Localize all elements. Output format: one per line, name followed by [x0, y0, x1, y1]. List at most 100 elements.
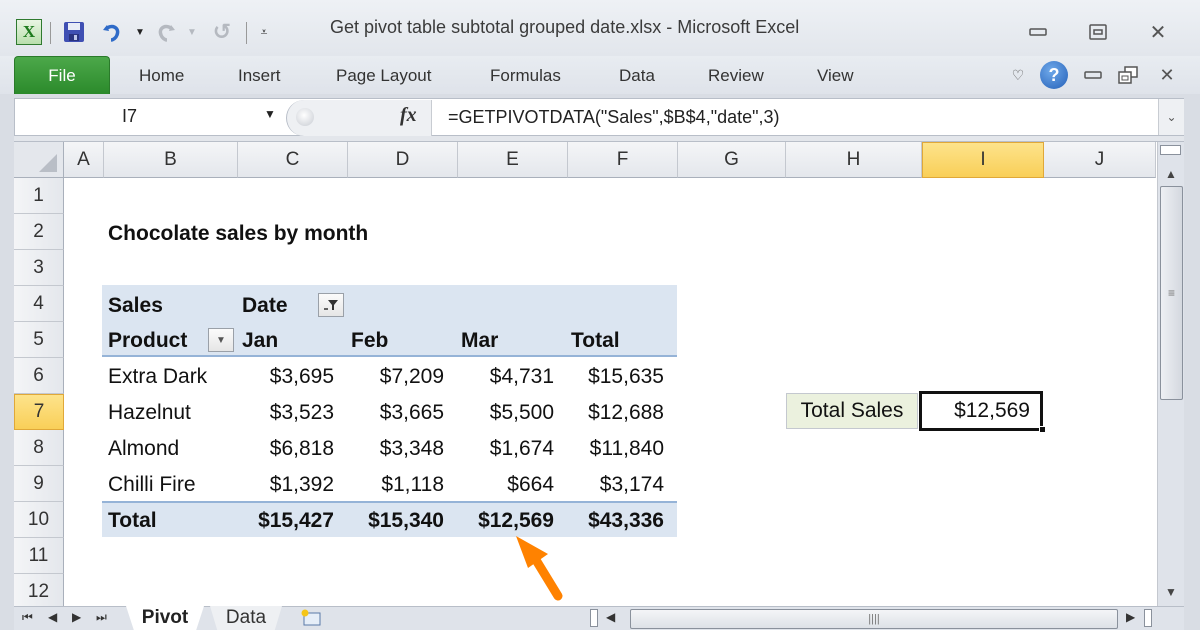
column-header-e[interactable]: E — [458, 142, 568, 178]
select-all-button[interactable] — [14, 142, 64, 178]
row-header-9[interactable]: 9 — [14, 466, 64, 502]
close-icon[interactable]: ✕ — [1144, 22, 1172, 44]
row-header-12[interactable]: 12 — [14, 574, 64, 606]
window-minimize-icon[interactable] — [1082, 64, 1104, 86]
minimize-ribbon-icon[interactable]: ♡ — [1008, 64, 1028, 86]
date-filter-button[interactable] — [318, 293, 344, 317]
insert-worksheet-icon[interactable] — [290, 606, 332, 630]
name-box-value: I7 — [122, 106, 138, 126]
help-icon[interactable]: ? — [1040, 61, 1068, 89]
column-header-g[interactable]: G — [678, 142, 786, 178]
scroll-up-icon[interactable]: ▲ — [1160, 164, 1182, 184]
save-icon[interactable] — [62, 20, 86, 44]
arrow-shaft — [531, 555, 563, 601]
row-header-11[interactable]: 11 — [14, 538, 64, 574]
row-header-3[interactable]: 3 — [14, 250, 64, 286]
row-header-2[interactable]: 2 — [14, 214, 64, 250]
active-cell-i7[interactable]: $12,569 — [919, 391, 1043, 431]
scroll-down-icon[interactable]: ▼ — [1160, 582, 1182, 602]
value-feb: $7,209 — [379, 365, 444, 388]
row-header-6[interactable]: 6 — [14, 358, 64, 394]
horizontal-split-handle-right[interactable] — [1144, 609, 1152, 627]
worksheet-grid[interactable]: A B C D E F G H I J 1 2 3 4 5 6 7 8 9 10… — [14, 142, 1157, 606]
repeat-icon: ↺ — [212, 19, 232, 44]
product-name: Chilli Fire — [108, 473, 196, 496]
row-header-4[interactable]: 4 — [14, 286, 64, 322]
tab-file[interactable]: File — [14, 56, 110, 94]
pivot-header-mar: Mar — [461, 329, 499, 352]
horizontal-scroll-thumb[interactable]: |||| — [630, 609, 1118, 629]
column-header-b[interactable]: B — [104, 142, 238, 178]
value-mar: $1,674 — [489, 437, 554, 460]
expand-formula-bar-icon[interactable]: ⌄ — [1158, 99, 1184, 135]
value-feb: $3,348 — [379, 437, 444, 460]
column-header-d[interactable]: D — [348, 142, 458, 178]
tab-formulas[interactable]: Formulas — [490, 66, 561, 86]
column-header-i[interactable]: I — [922, 142, 1044, 178]
fill-handle[interactable] — [1039, 426, 1046, 433]
row-header-7[interactable]: 7 — [14, 394, 64, 430]
row-header-1[interactable]: 1 — [14, 178, 64, 214]
undo-dropdown-icon[interactable]: ▼ — [128, 20, 152, 44]
product-name: Hazelnut — [108, 401, 191, 424]
row-header-5[interactable]: 5 — [14, 322, 64, 358]
window-border — [0, 94, 14, 630]
window-restore-icon[interactable] — [1117, 64, 1139, 86]
tab-home[interactable]: Home — [139, 66, 184, 86]
value-feb: $1,118 — [381, 473, 444, 496]
tab-review[interactable]: Review — [708, 66, 764, 86]
formula-input[interactable]: =GETPIVOTDATA("Sales",$B$4,"date",3) — [448, 107, 780, 128]
column-header-a[interactable]: A — [64, 142, 104, 178]
value-total: $3,174 — [599, 473, 664, 496]
product-filter-button[interactable]: ▼ — [208, 328, 234, 352]
value-jan: $3,523 — [269, 401, 334, 424]
horizontal-split-handle[interactable] — [590, 609, 598, 627]
scroll-right-icon[interactable]: ▶ — [1126, 610, 1135, 624]
value-feb: $3,665 — [379, 401, 444, 424]
row-header-10[interactable]: 10 — [14, 502, 64, 538]
value-jan: $3,695 — [269, 365, 334, 388]
sheet-title: Chocolate sales by month — [108, 222, 369, 245]
column-header-h[interactable]: H — [786, 142, 922, 178]
excel-logo-icon[interactable]: X — [16, 19, 42, 45]
value-total: $11,840 — [589, 437, 664, 460]
value-total: $15,635 — [588, 365, 664, 388]
vertical-split-handle[interactable] — [1160, 145, 1181, 155]
last-sheet-icon[interactable]: ⏭ — [96, 610, 107, 625]
pivot-header-total: Total — [571, 329, 620, 352]
tab-insert[interactable]: Insert — [238, 66, 281, 86]
name-box[interactable]: I7 ▼ — [14, 98, 286, 136]
value-jan: $6,818 — [269, 437, 334, 460]
redo-dropdown-icon: ▼ — [187, 26, 197, 38]
tab-page-layout[interactable]: Page Layout — [336, 66, 431, 86]
resize-handle-icon[interactable] — [296, 108, 314, 126]
tab-view[interactable]: View — [817, 66, 854, 86]
redo-icon — [154, 20, 178, 44]
total-jan: $15,427 — [258, 509, 334, 532]
vertical-scroll-thumb[interactable]: ≡ — [1160, 186, 1183, 400]
next-sheet-icon[interactable]: ▶ — [72, 610, 81, 624]
pivot-values-label: Sales — [108, 294, 163, 317]
name-box-dropdown-icon[interactable]: ▼ — [264, 107, 276, 121]
insert-function-icon[interactable]: fx — [400, 104, 417, 127]
pivot-header-feb: Feb — [351, 329, 389, 352]
row-header-8[interactable]: 8 — [14, 430, 64, 466]
undo-icon[interactable] — [100, 20, 124, 44]
total-label: Total — [108, 509, 157, 532]
previous-sheet-icon[interactable]: ◀ — [48, 610, 57, 624]
window-title: Get pivot table subtotal grouped date.xl… — [330, 17, 800, 37]
sheet-tab-data[interactable]: Data — [210, 606, 282, 630]
minimize-icon[interactable] — [1024, 22, 1052, 42]
restore-icon[interactable] — [1084, 22, 1112, 42]
annotation-arrow-icon — [516, 536, 563, 601]
sheet-tab-pivot[interactable]: Pivot — [126, 606, 204, 630]
column-header-j[interactable]: J — [1044, 142, 1156, 178]
value-mar: $4,731 — [489, 365, 554, 388]
column-header-c[interactable]: C — [238, 142, 348, 178]
scroll-left-icon[interactable]: ◀ — [606, 610, 615, 624]
window-close-icon[interactable]: ✕ — [1156, 64, 1178, 86]
first-sheet-icon[interactable]: ⏮ — [22, 610, 33, 625]
column-header-f[interactable]: F — [568, 142, 678, 178]
tab-data[interactable]: Data — [619, 66, 655, 86]
customize-qat-icon[interactable]: ⩡ — [252, 20, 276, 44]
